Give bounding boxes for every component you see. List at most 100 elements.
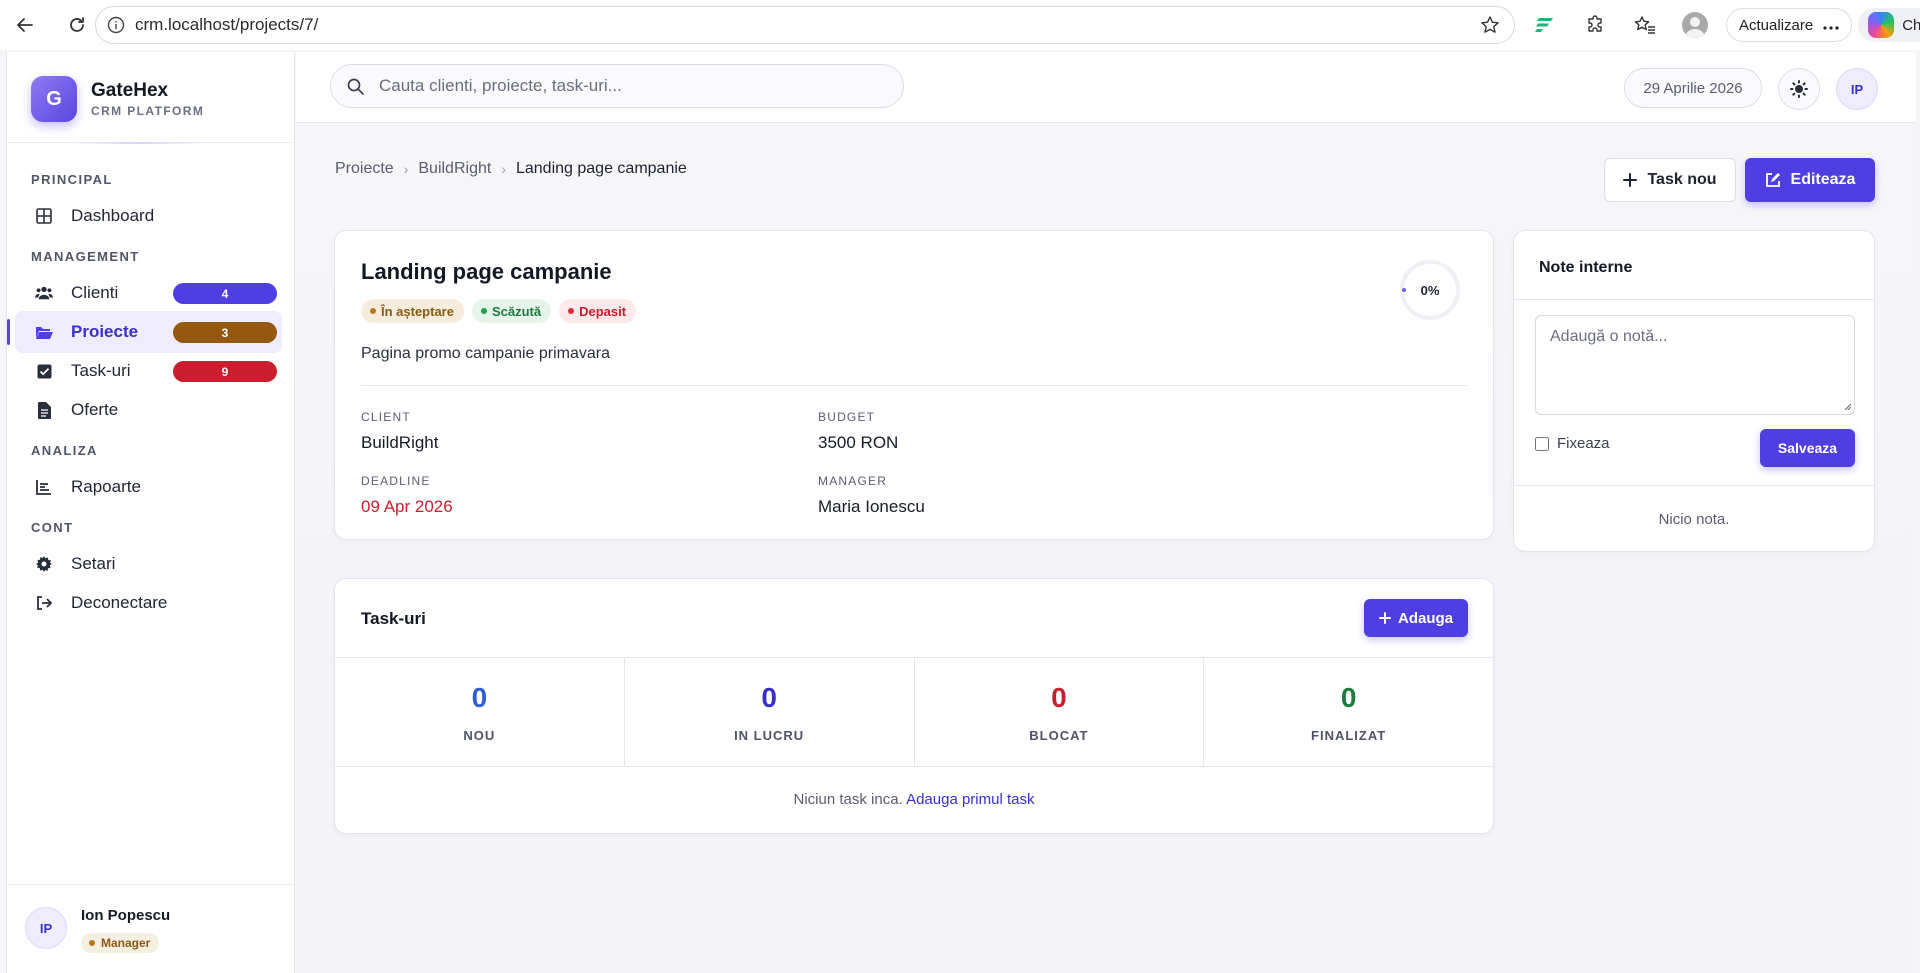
copilot-chat-button[interactable]: Chat: [1858, 8, 1920, 42]
sidebar-item-label: Oferte: [71, 400, 119, 419]
stat-label: BLOCAT: [1029, 728, 1089, 743]
breadcrumb-link-proiecte[interactable]: Proiecte: [335, 160, 394, 178]
status-badge: În așteptare: [361, 299, 464, 323]
back-button[interactable]: [8, 8, 42, 42]
priority-label: Scăzută: [491, 303, 542, 319]
add-task-button[interactable]: Adauga: [1364, 599, 1468, 637]
pin-checkbox-row[interactable]: Fixeaza: [1535, 435, 1610, 452]
sidebar-item-rapoarte[interactable]: Rapoarte: [15, 466, 282, 508]
sidebar-item-label: Dashboard: [71, 206, 155, 225]
stat-label: FINALIZAT: [1311, 728, 1387, 743]
sidebar-item-deconectare[interactable]: Deconectare: [15, 582, 282, 624]
reload-icon: [70, 17, 84, 32]
sidebar-item-label: Setari: [71, 554, 116, 573]
more-dots-icon[interactable]: [1823, 17, 1839, 34]
brand-name: GateHex: [91, 80, 169, 101]
reload-button[interactable]: [60, 8, 94, 42]
stat-blocat: 0 BLOCAT: [915, 658, 1205, 766]
edit-button[interactable]: Editeaza: [1745, 158, 1875, 202]
sidebar-item-label: Rapoarte: [71, 477, 141, 496]
sidebar-item-label: Deconectare: [71, 593, 168, 612]
client-label: CLIENT: [361, 410, 411, 424]
extension-logo-icon[interactable]: [1520, 6, 1570, 44]
project-description: Pagina promo campanie primavara: [361, 345, 611, 362]
sidebar-item-task-uri[interactable]: Task-uri 9: [15, 350, 282, 392]
save-note-button[interactable]: Salveaza: [1760, 429, 1855, 467]
search-input[interactable]: [379, 76, 879, 96]
sidebar-item-label: Clienti: [71, 283, 119, 302]
priority-badge: Scăzută: [471, 299, 552, 323]
extensions-puzzle-icon[interactable]: [1570, 6, 1620, 44]
logout-icon: [35, 594, 53, 612]
brand[interactable]: G GateHex CRM PLATFORM: [31, 76, 204, 122]
manager-field: MANAGER Maria Ionescu: [818, 474, 925, 517]
brand-subtitle: CRM PLATFORM: [91, 104, 205, 118]
edit-icon: [1765, 173, 1780, 187]
task-stats: 0 NOU 0 IN LUCRU 0 BLOCAT 0 FINALIZAT: [335, 657, 1493, 767]
user-avatar-button[interactable]: IP: [1836, 68, 1878, 110]
plus-icon: [1378, 612, 1391, 624]
section-title-principal: PRINCIPAL: [31, 172, 113, 187]
stat-finalizat: 0 FINALIZAT: [1204, 658, 1493, 766]
users-icon: [35, 284, 53, 302]
theme-toggle-button[interactable]: [1778, 68, 1820, 110]
notes-card: Note interne Fixeaza Salveaza Nicio nota…: [1513, 230, 1875, 552]
user-name: Ion Popescu: [81, 907, 171, 924]
pin-checkbox[interactable]: [1535, 436, 1549, 451]
sidebar-item-oferte[interactable]: Oferte: [15, 389, 282, 431]
folder-open-icon: [35, 323, 53, 341]
note-textarea[interactable]: [1535, 315, 1855, 415]
project-title: Landing page campanie: [361, 259, 612, 284]
new-task-label: Task nou: [1647, 171, 1717, 188]
deadline-value: 09 Apr 2026: [361, 497, 453, 516]
sidebar-item-dashboard[interactable]: Dashboard: [15, 195, 282, 237]
update-button[interactable]: Actualizare: [1726, 8, 1853, 42]
favorites-list-icon[interactable]: [1620, 6, 1670, 44]
update-label: Actualizare: [1739, 16, 1814, 34]
stat-in-lucru: 0 IN LUCRU: [625, 658, 915, 766]
notes-title: Note interne: [1539, 259, 1633, 276]
document-icon: [35, 401, 53, 419]
address-bar[interactable]: crm.localhost/projects/7/: [95, 6, 1515, 44]
divider: [1514, 299, 1874, 300]
breadcrumb: Proiecte › BuildRight › Landing page cam…: [335, 160, 687, 178]
sidebar-item-setari[interactable]: Setari: [15, 543, 282, 585]
topbar: 29 Aprilie 2026 IP: [296, 52, 1916, 123]
plus-icon: [1623, 173, 1638, 187]
status-dot: [89, 940, 95, 946]
budget-value: 3500 RON: [818, 433, 899, 452]
stat-value: 0: [1340, 682, 1357, 713]
resize-grip-icon[interactable]: [1844, 403, 1852, 411]
grid-icon: [35, 207, 53, 225]
edit-label: Editeaza: [1790, 171, 1856, 188]
breadcrumb-link-client[interactable]: BuildRight: [418, 160, 491, 178]
sun-icon: [1790, 80, 1808, 98]
checkbox-icon: [35, 362, 53, 380]
site-info-icon[interactable]: [106, 15, 126, 35]
arrow-left-icon: [17, 18, 33, 32]
count-badge: 4: [173, 283, 277, 304]
active-indicator: [7, 319, 10, 345]
url-text[interactable]: crm.localhost/projects/7/: [135, 15, 318, 35]
gear-icon: [35, 555, 53, 573]
stat-value: 0: [1051, 682, 1067, 713]
pin-label: Fixeaza: [1557, 435, 1610, 452]
search-box[interactable]: [330, 64, 904, 108]
profile-button[interactable]: [1670, 6, 1720, 44]
user-profile[interactable]: IP Ion Popescu Manager: [7, 884, 296, 973]
tasks-title: Task-uri: [361, 609, 426, 628]
browser-toolbar: crm.localhost/projects/7/ Actualizare Ch: [0, 0, 1920, 50]
deadline-label: DEADLINE: [361, 474, 431, 488]
new-task-button[interactable]: Task nou: [1604, 158, 1736, 202]
add-task-label: Adauga: [1397, 609, 1453, 627]
stat-value: 0: [471, 682, 488, 713]
sidebar-item-proiecte[interactable]: Proiecte 3: [7, 311, 282, 353]
sidebar-item-label: Proiecte: [71, 322, 139, 341]
chevron-right-icon: ›: [403, 161, 409, 177]
status-label: În așteptare: [381, 303, 454, 319]
add-first-task-link[interactable]: Adauga primul task: [906, 791, 1034, 808]
section-title-analiza: ANALIZA: [31, 443, 98, 458]
budget-field: BUDGET 3500 RON: [818, 410, 898, 453]
favorite-star-icon[interactable]: [1480, 15, 1500, 40]
sidebar-item-clienti[interactable]: Clienti 4: [15, 272, 282, 314]
